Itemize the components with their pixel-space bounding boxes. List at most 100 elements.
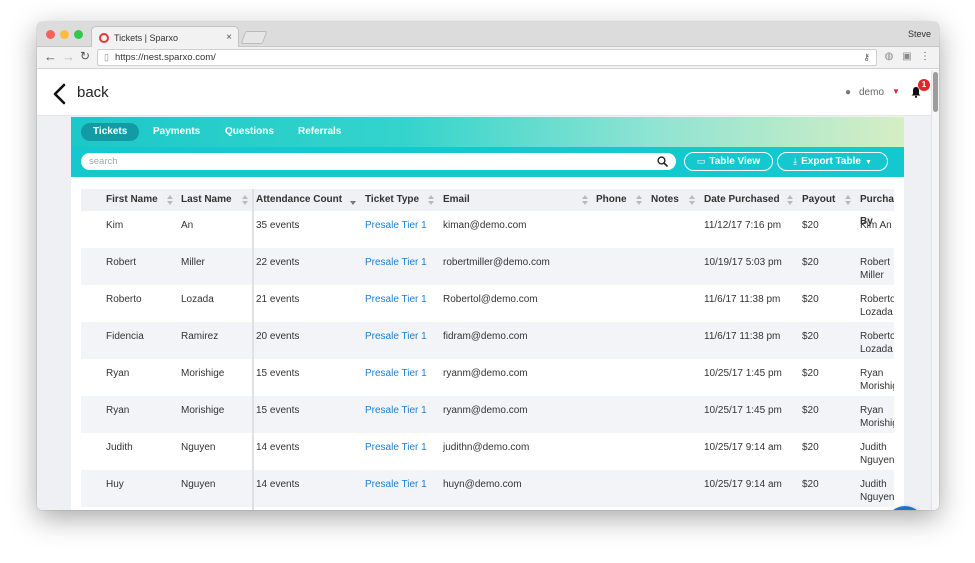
cell-last-name: Nguyen — [181, 479, 216, 490]
cell-ticket-type[interactable]: Presale Tier 1 — [365, 441, 427, 454]
table-row[interactable]: Ryan Morishige 15 events Presale Tier 1 ryan… — [81, 396, 894, 433]
cell-first-name: Robert — [106, 257, 137, 268]
address-bar[interactable]: ▯ https://nest.sparxo.com/ ⚷ — [97, 49, 877, 66]
cell-purchased-by: Roberto Lozada — [860, 331, 894, 355]
cell-email: judithn@demo.com — [443, 442, 530, 453]
table-row[interactable]: Fidencia Ramirez 20 events Presale Tier 1 fi… — [81, 322, 894, 359]
tab-referrals[interactable]: Referrals — [286, 123, 353, 141]
back-link[interactable]: back — [77, 84, 109, 101]
chat-icon — [886, 506, 924, 510]
cell-attendance-count: 20 events — [256, 331, 300, 342]
cell-ticket-type[interactable]: Presale Tier 1 — [365, 256, 427, 269]
col-ticket-type[interactable]: Ticket Type — [365, 189, 419, 211]
zoom-window-button[interactable] — [74, 30, 83, 39]
tab-title: Tickets | Sparxo — [114, 32, 179, 43]
user-icon: ● — [845, 87, 852, 98]
col-payout[interactable]: Payout — [802, 189, 835, 211]
cell-last-name: Nguyen — [181, 442, 216, 453]
sort-desc-icon[interactable] — [350, 194, 356, 206]
back-arrow-icon[interactable]: ← — [44, 49, 57, 64]
cell-attendance-count: 35 events — [256, 220, 300, 231]
sort-icon[interactable] — [636, 194, 642, 206]
table-row[interactable]: Roberto Lozada 21 events Presale Tier 1 Robe… — [81, 285, 894, 322]
cell-payout: $20 — [802, 368, 819, 379]
tab-close-icon[interactable]: × — [226, 32, 232, 43]
table-row[interactable]: Robert Miller 22 events Presale Tier 1 rober… — [81, 248, 894, 285]
cell-ticket-type[interactable]: Presale Tier 1 — [365, 219, 427, 232]
export-table-button[interactable]: ⤓ Export Table ▼ — [777, 152, 888, 171]
cell-last-name: Miller — [181, 257, 205, 268]
search-input[interactable] — [89, 156, 657, 167]
cell-purchased-by: Ryan Morishige — [860, 368, 894, 392]
tab-tickets[interactable]: Tickets — [81, 123, 140, 141]
frozen-column-divider[interactable] — [252, 189, 254, 510]
page-scrollbar[interactable] — [931, 70, 939, 510]
search-icon[interactable] — [657, 156, 668, 167]
cell-date-purchased: 10/25/17 9:14 am — [704, 442, 782, 453]
back-chevron-icon[interactable] — [52, 83, 66, 105]
col-first-name[interactable]: First Name — [106, 189, 158, 211]
col-notes[interactable]: Notes — [651, 189, 679, 211]
chevron-down-icon[interactable]: ▼ — [892, 87, 900, 96]
sort-icon[interactable] — [428, 194, 434, 206]
sort-icon[interactable] — [689, 194, 695, 206]
menu-dots-icon[interactable]: ⋮ — [919, 51, 931, 63]
cell-ticket-type[interactable]: Presale Tier 1 — [365, 367, 427, 380]
sort-icon[interactable] — [242, 194, 248, 206]
cell-payout: $20 — [802, 405, 819, 416]
key-icon[interactable]: ⚷ — [863, 52, 870, 63]
tab-payments[interactable]: Payments — [141, 123, 212, 141]
cell-first-name: Kim — [106, 220, 124, 231]
cell-last-name: Morishige — [181, 368, 225, 379]
close-window-button[interactable] — [46, 30, 55, 39]
extension-square-icon[interactable]: ▣ — [901, 51, 913, 63]
col-date-purchased[interactable]: Date Purchased — [704, 189, 780, 211]
sparxo-favicon-icon — [99, 32, 109, 43]
table-header: First Name Last Name Attendance Count Ti… — [81, 189, 894, 227]
sort-icon[interactable] — [167, 194, 173, 206]
sort-icon[interactable] — [787, 194, 793, 206]
forward-arrow-icon[interactable]: → — [62, 49, 75, 64]
cell-payout: $20 — [802, 442, 819, 453]
cell-email: huyn@demo.com — [443, 479, 522, 490]
col-last-name[interactable]: Last Name — [181, 189, 232, 211]
col-attendance-count[interactable]: Attendance Count — [256, 189, 342, 211]
cell-first-name: Judith — [106, 442, 133, 453]
minimize-window-button[interactable] — [60, 30, 69, 39]
col-phone[interactable]: Phone — [596, 189, 627, 211]
browser-profile-name[interactable]: Steve — [908, 29, 931, 39]
address-url[interactable]: https://nest.sparxo.com/ — [115, 52, 863, 63]
cell-date-purchased: 11/6/17 11:38 pm — [704, 331, 781, 342]
search-box[interactable] — [81, 153, 676, 170]
sort-icon[interactable] — [582, 194, 588, 206]
cell-purchased-by: Ryan Morishige — [860, 405, 894, 429]
col-email[interactable]: Email — [443, 189, 470, 211]
cell-ticket-type[interactable]: Presale Tier 1 — [365, 404, 427, 417]
table-row[interactable]: Kim An 35 events Presale Tier 1 kiman@demo.c… — [81, 211, 894, 248]
notification-badge[interactable]: 1 — [918, 79, 930, 91]
extension-icon[interactable]: ◍ — [883, 51, 895, 63]
sort-icon[interactable] — [845, 194, 851, 206]
col-purchased-by[interactable]: Purchased By — [860, 189, 894, 227]
cell-ticket-type[interactable]: Presale Tier 1 — [365, 293, 427, 306]
cell-ticket-type[interactable]: Presale Tier 1 — [365, 330, 427, 343]
scrollbar-thumb[interactable] — [933, 72, 938, 112]
cell-email: ryanm@demo.com — [443, 405, 528, 416]
chat-launcher-button[interactable] — [886, 506, 924, 510]
cell-last-name: Ramirez — [181, 331, 219, 342]
table-row[interactable]: Ryan Morishige 15 events Presale Tier 1 ryan… — [81, 359, 894, 396]
cell-first-name: Ryan — [106, 368, 130, 379]
table-row[interactable]: Judith Nguyen 14 events Presale Tier 1 judit… — [81, 433, 894, 470]
tab-questions[interactable]: Questions — [213, 123, 286, 141]
cell-ticket-type[interactable]: Presale Tier 1 — [365, 478, 427, 491]
cell-last-name: Morishige — [181, 405, 225, 416]
cell-date-purchased: 10/25/17 1:45 pm — [704, 405, 782, 416]
cell-attendance-count: 14 events — [256, 442, 300, 453]
table-row[interactable]: Huy Nguyen 14 events Presale Tier 1 huyn@dem… — [81, 470, 894, 507]
main-content: Tickets Payments Questions Referrals ▭Ta… — [71, 117, 904, 510]
user-menu[interactable]: demo — [859, 87, 884, 98]
new-tab-button[interactable] — [240, 31, 268, 44]
browser-tab[interactable]: Tickets | Sparxo × — [91, 26, 239, 48]
reload-icon[interactable]: ↻ — [80, 49, 90, 63]
table-view-button[interactable]: ▭ Table View — [684, 152, 773, 171]
